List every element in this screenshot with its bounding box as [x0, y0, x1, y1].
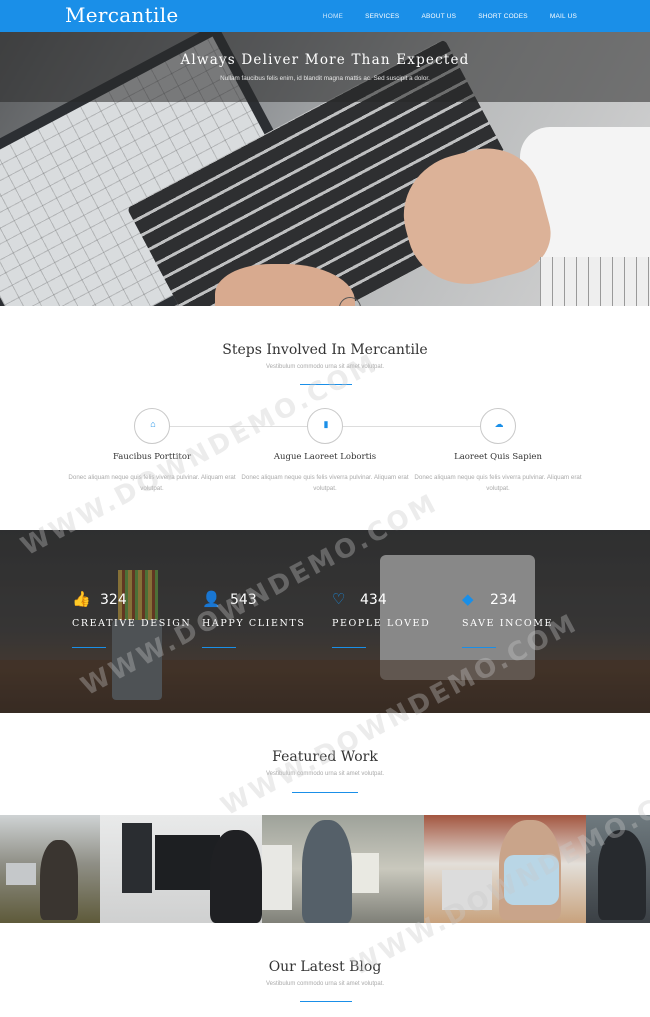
stat-underline: [72, 647, 106, 648]
nav-services[interactable]: SERVICES: [354, 13, 410, 20]
nav-mail-us[interactable]: MAIL US: [539, 13, 588, 20]
stat-label: PEOPLE LOVED: [332, 618, 431, 629]
cloud-upload-icon: ☁: [494, 419, 504, 429]
featured-subtitle: Vestibulum commodo urna sit amet volutpa…: [265, 771, 385, 777]
step-2-circle: ▮: [307, 408, 343, 444]
stat-label: CREATIVE DESIGN: [72, 618, 192, 629]
step-3-desc: Donec aliquam neque quis felis viverra p…: [414, 474, 582, 492]
stat-number: 543: [230, 592, 257, 608]
steps-title: Steps Involved In Mercantile: [222, 342, 428, 358]
nav-about-us[interactable]: ABOUT US: [410, 13, 467, 20]
step-3-circle: ☁: [480, 408, 516, 444]
step-2-name: Augue Laoreet Lobortis: [273, 452, 377, 462]
stat-number: 434: [360, 592, 387, 608]
steps-subtitle: Vestibulum commodo urna sit amet volutpa…: [265, 364, 385, 370]
stat-number: 234: [490, 592, 517, 608]
featured-photo-3[interactable]: [262, 815, 424, 923]
steps-underline: [300, 384, 352, 385]
heart-icon: ♡: [332, 591, 346, 608]
featured-title: Featured Work: [272, 749, 378, 765]
nav-short-codes[interactable]: SHORT CODES: [467, 13, 539, 20]
blog-subtitle: Vestibulum commodo urna sit amet volutpa…: [265, 981, 385, 987]
blueprint-image: [540, 257, 650, 306]
stat-label: SAVE INCOME: [462, 618, 554, 629]
site-logo[interactable]: Mercantile: [65, 3, 179, 27]
blog-title: Our Latest Blog: [268, 959, 382, 975]
hero-title: Always Deliver More Than Expected: [180, 52, 470, 68]
nav-home[interactable]: HOME: [312, 13, 354, 20]
step-2-desc: Donec aliquam neque quis felis viverra p…: [241, 474, 409, 492]
hero-subtitle: Nullam faucibus felis enim, id blandit m…: [220, 75, 430, 82]
main-nav: HOME SERVICES ABOUT US SHORT CODES MAIL …: [312, 0, 588, 32]
bar-chart-icon: ▮: [323, 419, 329, 429]
step-1-name: Faucibus Porttitor: [112, 452, 192, 462]
stat-underline: [332, 647, 366, 648]
stat-underline: [462, 647, 496, 648]
featured-gallery: [0, 815, 650, 923]
step-3-name: Laoreet Quis Sapien: [454, 452, 542, 462]
stat-number: 324: [100, 592, 127, 608]
stats-section: 👍 324 CREATIVE DESIGN 👤 543 HAPPY CLIENT…: [0, 530, 650, 713]
money-icon: ◆: [462, 591, 474, 608]
top-navbar: Mercantile HOME SERVICES ABOUT US SHORT …: [0, 0, 650, 32]
blog-underline: [300, 1001, 352, 1002]
stat-label: HAPPY CLIENTS: [202, 618, 306, 629]
hero-banner: Always Deliver More Than Expected Nullam…: [0, 32, 650, 306]
featured-photo-5[interactable]: [586, 815, 650, 923]
user-icon: 👤: [202, 591, 221, 608]
featured-photo-2[interactable]: [100, 815, 262, 923]
step-1-desc: Donec aliquam neque quis felis viverra p…: [68, 474, 236, 492]
step-1-circle: ⌂: [134, 408, 170, 444]
home-icon: ⌂: [150, 419, 156, 429]
stat-underline: [202, 647, 236, 648]
thumbs-up-icon: 👍: [72, 591, 91, 608]
featured-photo-1[interactable]: [0, 815, 100, 923]
featured-photo-4[interactable]: [424, 815, 586, 923]
featured-underline: [292, 792, 358, 793]
